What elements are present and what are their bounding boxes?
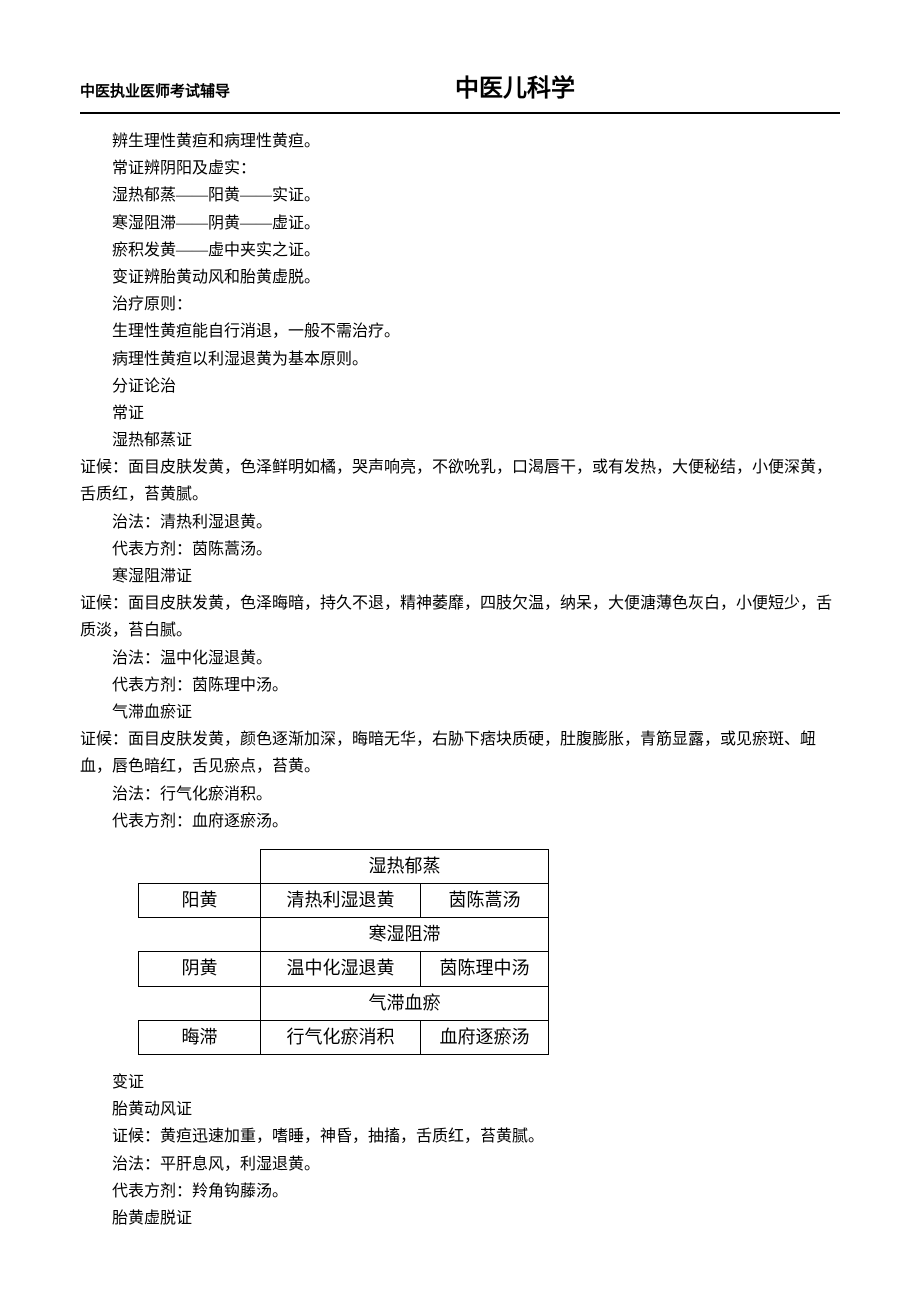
body-paragraph: 治疗原则： [80,291,840,318]
table-spacer [139,986,261,1020]
body-paragraph: 证候：面目皮肤发黄，颜色逐渐加深，晦暗无华，右胁下痞块质硬，肚腹膨胀，青筋显露，… [80,726,840,780]
table-formula-cell: 茵陈蒿汤 [421,884,549,918]
body-paragraph: 湿热郁蒸——阳黄——实证。 [80,182,840,209]
body-paragraph: 变证辨胎黄动风和胎黄虚脱。 [80,264,840,291]
body-paragraph: 分证论治 [80,373,840,400]
body-paragraph: 代表方剂：茵陈蒿汤。 [80,536,840,563]
body-paragraph: 证候：黄疸迅速加重，嗜睡，神昏，抽搐，舌质红，苔黄腻。 [80,1123,840,1150]
table-category-cell: 晦滞 [139,1020,261,1054]
table-method-cell: 清热利湿退黄 [261,884,421,918]
body-paragraph: 胎黄虚脱证 [80,1205,840,1232]
table-category-cell: 阴黄 [139,952,261,986]
body-paragraph: 辨生理性黄疸和病理性黄疸。 [80,128,840,155]
table-pattern-cell: 气滞血瘀 [261,986,549,1020]
table-formula-cell: 茵陈理中汤 [421,952,549,986]
body-paragraph: 证候：面目皮肤发黄，色泽晦暗，持久不退，精神萎靡，四肢欠温，纳呆，大便溏薄色灰白… [80,590,840,644]
body-paragraph: 常证 [80,400,840,427]
table-spacer [549,918,581,952]
body-paragraph: 气滞血瘀证 [80,699,840,726]
table-pattern-cell: 寒湿阻滞 [261,918,549,952]
body-paragraph: 治法：温中化湿退黄。 [80,645,840,672]
body-paragraph: 生理性黄疸能自行消退，一般不需治疗。 [80,318,840,345]
body-paragraph: 胎黄动风证 [80,1096,840,1123]
summary-table: 湿热郁蒸阳黄清热利湿退黄茵陈蒿汤寒湿阻滞阴黄温中化湿退黄茵陈理中汤气滞血瘀晦滞行… [138,849,581,1055]
body-paragraph: 变证 [80,1069,840,1096]
body-paragraph: 病理性黄疸以利湿退黄为基本原则。 [80,346,840,373]
body-paragraph: 治法：行气化瘀消积。 [80,781,840,808]
table-spacer [549,986,581,1020]
table-formula-cell: 血府逐瘀汤 [421,1020,549,1054]
table-spacer [139,849,261,883]
table-method-cell: 行气化瘀消积 [261,1020,421,1054]
table-spacer [549,849,581,883]
body-paragraph: 瘀积发黄——虚中夹实之证。 [80,237,840,264]
header-title: 中医儿科学 [190,68,840,110]
body-paragraph: 代表方剂：血府逐瘀汤。 [80,808,840,835]
body-paragraph: 寒湿阻滞——阴黄——虚证。 [80,210,840,237]
table-pattern-cell: 湿热郁蒸 [261,849,549,883]
paragraph-block-2: 变证胎黄动风证证候：黄疸迅速加重，嗜睡，神昏，抽搐，舌质红，苔黄腻。治法：平肝息… [80,1069,840,1232]
paragraph-block-1: 辨生理性黄疸和病理性黄疸。常证辨阴阳及虚实：湿热郁蒸——阳黄——实证。寒湿阻滞—… [80,128,840,835]
table-spacer [139,918,261,952]
body-paragraph: 治法：平肝息风，利湿退黄。 [80,1151,840,1178]
table-method-cell: 温中化湿退黄 [261,952,421,986]
body-paragraph: 代表方剂：羚角钩藤汤。 [80,1178,840,1205]
body-paragraph: 常证辨阴阳及虚实： [80,155,840,182]
body-paragraph: 证候：面目皮肤发黄，色泽鲜明如橘，哭声响亮，不欲吮乳，口渴唇干，或有发热，大便秘… [80,454,840,508]
body-paragraph: 治法：清热利湿退黄。 [80,509,840,536]
table-category-cell: 阳黄 [139,884,261,918]
body-paragraph: 寒湿阻滞证 [80,563,840,590]
body-paragraph: 湿热郁蒸证 [80,427,840,454]
page-header: 中医执业医师考试辅导 中医儿科学 [80,68,840,114]
body-paragraph: 代表方剂：茵陈理中汤。 [80,672,840,699]
